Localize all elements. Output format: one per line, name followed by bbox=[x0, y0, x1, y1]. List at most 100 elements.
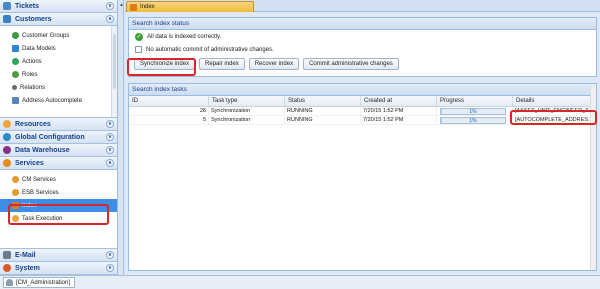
auto-commit-line[interactable]: No automatic commit of administrative ch… bbox=[129, 43, 596, 56]
search-index-status-panel: Search index status ✓ All data is indexe… bbox=[128, 17, 597, 77]
scrollbar-thumb[interactable] bbox=[113, 34, 116, 89]
expand-chevron-icon[interactable]: ∨ bbox=[106, 251, 114, 259]
sidebar-scrollbar[interactable] bbox=[111, 26, 117, 117]
column-header-created-at[interactable]: Created at bbox=[361, 96, 437, 106]
cell-task-type: Synchronization bbox=[209, 116, 285, 124]
address-autocomplete-icon bbox=[12, 97, 19, 104]
cell-status: RUNNING bbox=[285, 107, 361, 115]
nav-group-services[interactable]: Services ∧ bbox=[0, 157, 117, 170]
user-icon bbox=[6, 279, 13, 286]
expand-chevron-icon[interactable]: ∨ bbox=[106, 120, 114, 128]
navigation-sidebar: Tickets ∨ Customers ∧ Customer Groups Da… bbox=[0, 0, 118, 275]
nav-item-relations[interactable]: Relations bbox=[0, 81, 117, 94]
status-bar: [CM_Administration] bbox=[0, 275, 600, 289]
current-user-box[interactable]: [CM_Administration] bbox=[3, 277, 76, 288]
index-icon bbox=[130, 3, 137, 11]
highlight-details-cell bbox=[510, 110, 597, 125]
check-icon: ✓ bbox=[135, 32, 143, 41]
commit-admin-changes-button[interactable]: Commit administrative changes bbox=[303, 58, 399, 70]
collapse-arrow-icon[interactable]: ▲ bbox=[119, 2, 124, 8]
tab-bar: Index bbox=[125, 0, 600, 12]
customers-icon bbox=[3, 15, 11, 23]
customers-item-list: Customer Groups Data Models Actions Role… bbox=[0, 26, 117, 118]
global-config-icon bbox=[3, 133, 11, 141]
column-header-progress[interactable]: Progress bbox=[437, 96, 513, 106]
resources-icon bbox=[3, 120, 11, 128]
nav-group-label: Customers bbox=[15, 15, 52, 23]
nav-item-label: Customer Groups bbox=[22, 32, 70, 39]
cell-id: 5 bbox=[129, 116, 209, 124]
cell-task-type: Synchronization bbox=[209, 107, 285, 115]
nav-group-global-configuration[interactable]: Global Configuration ∨ bbox=[0, 131, 117, 144]
esb-services-icon bbox=[12, 189, 19, 196]
nav-group-tickets[interactable]: Tickets ∨ bbox=[0, 0, 117, 13]
column-header-details[interactable]: Details bbox=[513, 96, 594, 106]
nav-item-label: CM Services bbox=[22, 176, 57, 183]
nav-item-label: ESB Services bbox=[22, 189, 59, 196]
nav-item-label: Address Autocomplete bbox=[22, 97, 83, 104]
expand-chevron-icon[interactable]: ∨ bbox=[106, 264, 114, 272]
main-content: Index Search index status ✓ All data is … bbox=[125, 0, 600, 275]
expand-chevron-icon[interactable]: ∨ bbox=[106, 2, 114, 10]
expand-chevron-icon[interactable]: ∨ bbox=[106, 146, 114, 154]
tab-label: Index bbox=[140, 4, 155, 10]
nav-item-label: Data Models bbox=[22, 45, 56, 52]
nav-item-actions[interactable]: Actions bbox=[0, 55, 117, 68]
current-user-label: [CM_Administration] bbox=[16, 279, 71, 286]
email-icon bbox=[3, 251, 11, 259]
data-warehouse-icon bbox=[3, 146, 11, 154]
repair-index-button[interactable]: Repair index bbox=[199, 58, 245, 70]
nav-group-data-warehouse[interactable]: Data Warehouse ∨ bbox=[0, 144, 117, 157]
progress-bar: 1% bbox=[440, 107, 506, 115]
collapse-chevron-icon[interactable]: ∧ bbox=[106, 159, 114, 167]
data-models-icon bbox=[12, 45, 19, 52]
highlight-synchronize-button bbox=[127, 58, 196, 76]
nav-item-cm-services[interactable]: CM Services bbox=[0, 173, 117, 186]
relations-icon bbox=[12, 85, 17, 90]
nav-group-label: Resources bbox=[15, 120, 51, 128]
no-auto-commit-checkbox[interactable] bbox=[135, 46, 142, 53]
nav-item-esb-services[interactable]: ESB Services bbox=[0, 186, 117, 199]
actions-icon bbox=[12, 58, 19, 65]
nav-group-label: System bbox=[15, 264, 40, 272]
nav-item-address-autocomplete[interactable]: Address Autocomplete bbox=[0, 94, 117, 107]
nav-item-label: Actions bbox=[22, 58, 42, 65]
column-header-id[interactable]: ID bbox=[129, 96, 209, 106]
expand-chevron-icon[interactable]: ∨ bbox=[106, 133, 114, 141]
cell-progress: 1% bbox=[437, 116, 513, 124]
nav-group-system[interactable]: System ∨ bbox=[0, 262, 117, 275]
index-actions-toolbar: Synchronize index Repair index Recover i… bbox=[129, 56, 596, 70]
recover-index-button[interactable]: Recover index bbox=[248, 58, 300, 70]
nav-item-roles[interactable]: Roles bbox=[0, 68, 117, 81]
collapse-chevron-icon[interactable]: ∧ bbox=[106, 15, 114, 23]
cell-status: RUNNING bbox=[285, 116, 361, 124]
column-header-task-type[interactable]: Task type bbox=[209, 96, 285, 106]
column-header-status[interactable]: Status bbox=[285, 96, 361, 106]
customer-groups-icon bbox=[12, 32, 19, 39]
nav-item-customer-groups[interactable]: Customer Groups bbox=[0, 29, 117, 42]
cell-created-at: 7/20/15 1:52 PM bbox=[361, 107, 437, 115]
roles-icon bbox=[12, 71, 19, 78]
index-status-text: All data is indexed correctly. bbox=[147, 33, 222, 40]
nav-group-customers[interactable]: Customers ∧ bbox=[0, 13, 117, 26]
nav-group-email[interactable]: E-Mail ∨ bbox=[0, 249, 117, 262]
nav-group-label: Services bbox=[15, 159, 44, 167]
nav-group-label: Data Warehouse bbox=[15, 146, 70, 154]
services-icon bbox=[3, 159, 11, 167]
no-auto-commit-label: No automatic commit of administrative ch… bbox=[146, 46, 274, 53]
progress-label: 1% bbox=[469, 117, 477, 124]
nav-item-label: Relations bbox=[20, 84, 46, 91]
highlight-index-item bbox=[8, 204, 109, 225]
sidebar-splitter[interactable]: ▲ bbox=[118, 0, 124, 275]
nav-group-label: Tickets bbox=[15, 2, 39, 10]
nav-item-label: Roles bbox=[22, 71, 38, 78]
cell-progress: 1% bbox=[437, 107, 513, 115]
system-icon bbox=[3, 264, 11, 272]
tab-index[interactable]: Index bbox=[126, 1, 254, 12]
nav-item-data-models[interactable]: Data Models bbox=[0, 42, 117, 55]
panel-title: Search index tasks bbox=[129, 84, 596, 96]
nav-group-resources[interactable]: Resources ∨ bbox=[0, 118, 117, 131]
cm-services-icon bbox=[12, 176, 19, 183]
cell-id: 28 bbox=[129, 107, 209, 115]
ticket-icon bbox=[3, 2, 11, 10]
